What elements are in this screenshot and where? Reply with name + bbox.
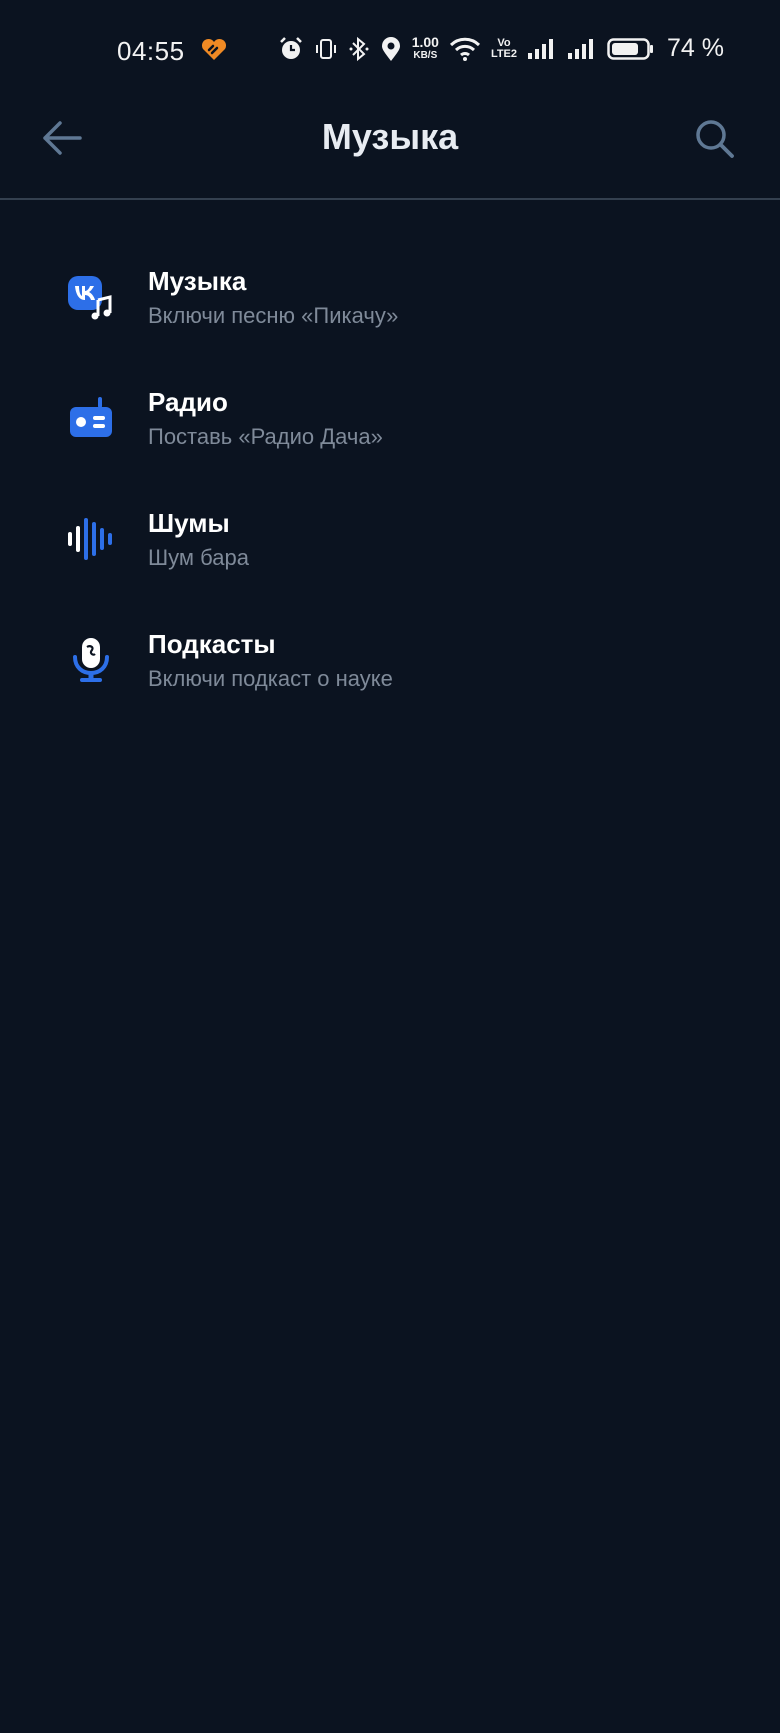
net-speed-value: 1.00 [411,33,439,50]
list-item-music[interactable]: Музыка Включи песню «Пикачу» [0,236,780,357]
volte-indicator: Vo LTE2 [490,36,518,60]
list-item-noises[interactable]: Шумы Шум бара [0,478,780,599]
bluetooth-icon [348,36,370,62]
alarm-icon [278,36,304,62]
list-item-title: Радио [148,387,228,417]
search-icon [696,120,734,158]
list-item-subtitle: Включи подкаст о науке [148,666,393,691]
search-button[interactable] [694,118,736,165]
status-time: 04:55 [117,36,185,66]
list-item-subtitle: Поставь «Радио Дача» [148,424,383,449]
list-item-radio[interactable]: Радио Поставь «Радио Дача» [0,357,780,478]
header-divider [0,198,780,200]
list-item-title: Музыка [148,266,247,296]
category-list: Музыка Включи песню «Пикачу» Радио Поста… [0,236,780,720]
vk-music-icon [66,272,116,322]
network-speed: 1.00 KB/S [411,33,439,62]
volte-top: Vo [497,36,511,49]
page-title: Музыка [321,116,459,157]
location-icon [380,36,402,62]
list-item-title: Подкасты [148,629,276,659]
battery-percent: 74 % [667,34,724,62]
list-item-subtitle: Шум бара [148,545,249,570]
status-icons: 1.00 KB/S Vo LTE2 74 % [278,34,724,63]
vibrate-icon [314,37,338,61]
radio-icon [66,393,116,443]
list-item-title: Шумы [148,508,230,538]
wifi-icon [449,37,481,61]
list-item-subtitle: Включи песню «Пикачу» [148,303,399,328]
signal-icon [527,38,557,60]
sound-wave-icon [66,514,116,564]
battery-icon [607,37,655,61]
app-heart-icon [200,38,228,67]
volte-bottom: LTE2 [490,47,518,60]
microphone-icon [66,635,116,685]
status-bar: 04:55 1.00 KB/S Vo LTE2 74 % [0,0,780,100]
signal-icon [567,38,597,60]
list-item-podcasts[interactable]: Подкасты Включи подкаст о науке [0,599,780,720]
net-speed-unit: KB/S [413,49,438,61]
